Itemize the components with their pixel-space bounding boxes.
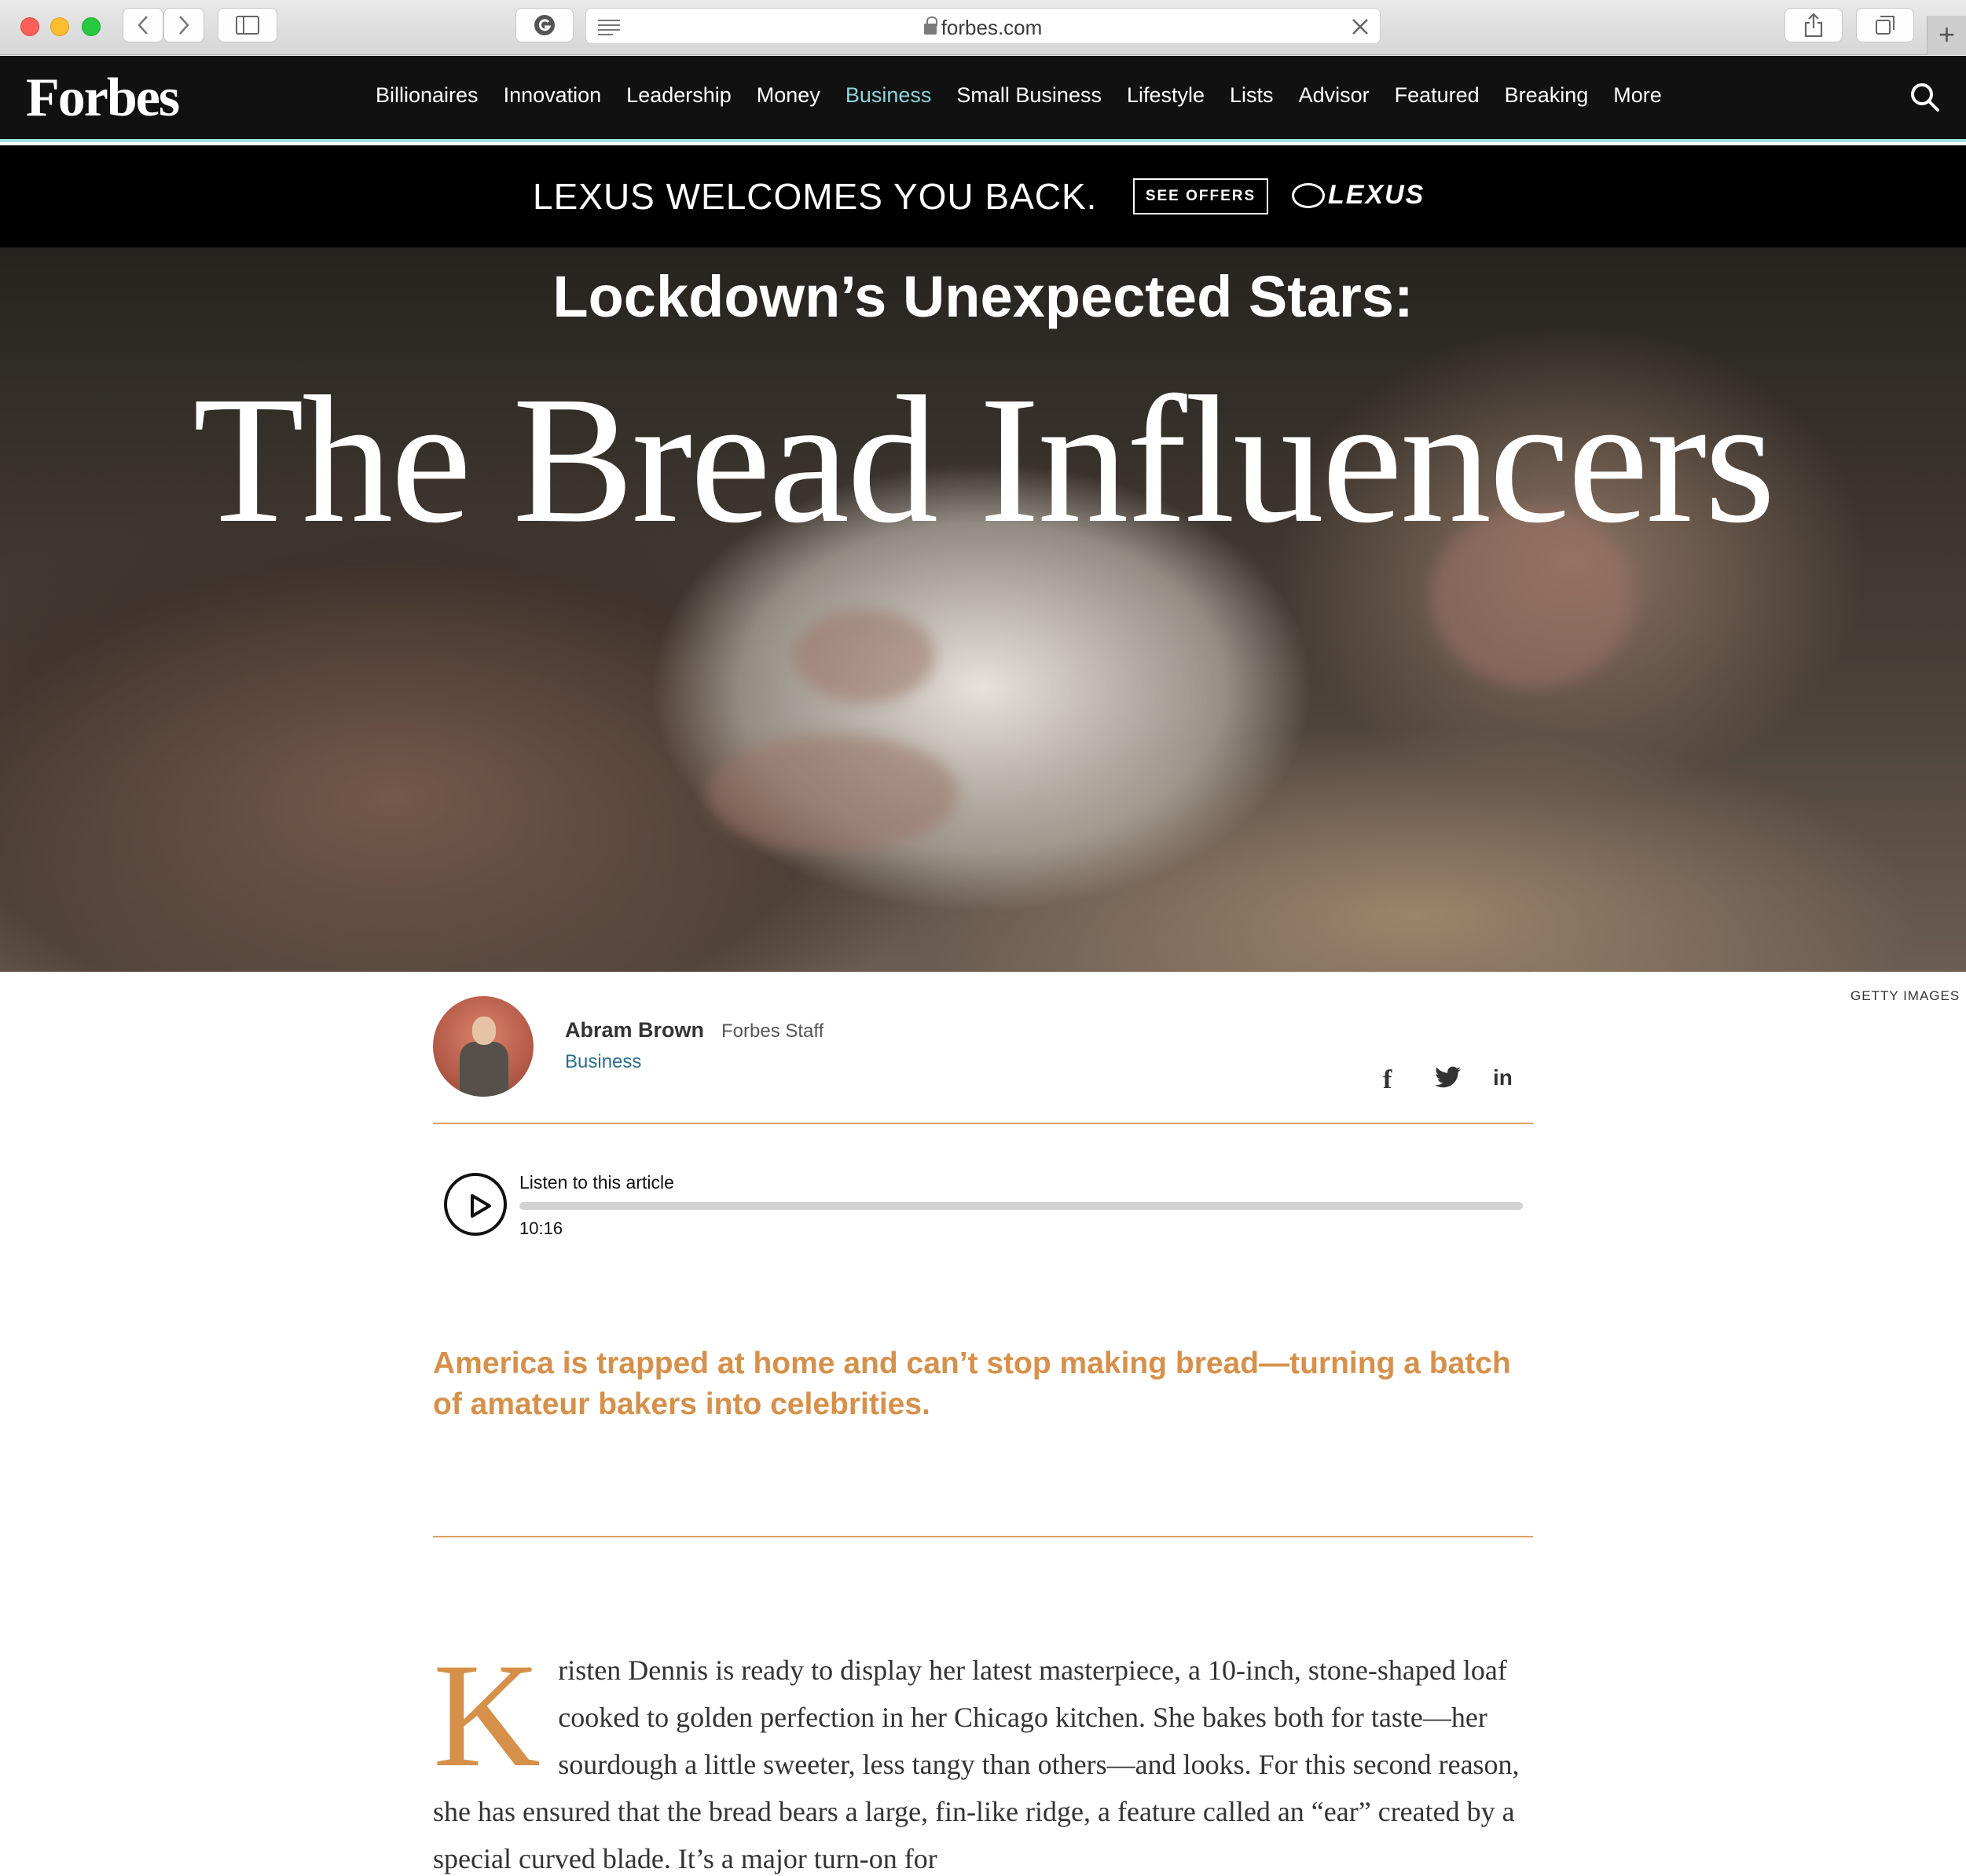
- hero-title: The Bread Influencers: [193, 359, 1775, 561]
- divider: [433, 972, 1533, 973]
- nav-item-featured[interactable]: Featured: [1395, 83, 1480, 108]
- ad-headline: LEXUS WELCOMES YOU BACK.: [533, 176, 1098, 217]
- first-paragraph: risten Dennis is ready to display her la…: [433, 1654, 1520, 1874]
- nav-item-billionaires[interactable]: Billionaires: [376, 83, 479, 108]
- grammarly-icon: [534, 15, 555, 35]
- audio-progress-bar[interactable]: [519, 1202, 1523, 1210]
- back-button[interactable]: [123, 8, 163, 42]
- lock-icon: [923, 16, 937, 35]
- nav-item-small-business[interactable]: Small Business: [956, 83, 1102, 108]
- nav-item-business[interactable]: Business: [845, 83, 932, 108]
- play-icon: [471, 1194, 491, 1218]
- lexus-logo: LEXUS: [1292, 180, 1425, 211]
- nav-item-lifestyle[interactable]: Lifestyle: [1127, 83, 1205, 108]
- divider: [433, 1536, 1533, 1537]
- zoom-window-button[interactable]: [82, 17, 101, 36]
- url-text: forbes.com: [941, 16, 1043, 39]
- hero-kicker: Lockdown’s Unexpected Stars:: [552, 264, 1414, 329]
- plus-icon: +: [1938, 18, 1956, 50]
- linkedin-icon[interactable]: in: [1493, 1065, 1513, 1090]
- browser-toolbar: forbes.com +: [0, 0, 1966, 55]
- share-button[interactable]: [1784, 8, 1843, 42]
- drop-cap: K: [433, 1633, 541, 1798]
- author-role: Forbes Staff: [721, 1020, 824, 1042]
- image-credit: GETTY IMAGES: [1850, 988, 1960, 1003]
- article-body: Kristen Dennis is ready to display her l…: [433, 1633, 1533, 1876]
- share-icon: [1804, 13, 1823, 38]
- facebook-icon[interactable]: f: [1383, 1065, 1392, 1095]
- minimize-window-button[interactable]: [50, 17, 69, 36]
- chevron-right-icon: [179, 16, 189, 35]
- forward-button[interactable]: [163, 8, 204, 42]
- nav-item-breaking[interactable]: Breaking: [1505, 83, 1589, 108]
- forbes-logo[interactable]: Forbes: [26, 67, 180, 130]
- nav-item-advisor[interactable]: Advisor: [1299, 83, 1370, 108]
- tabs-icon: [1876, 16, 1894, 35]
- nav-item-lists[interactable]: Lists: [1230, 83, 1274, 108]
- audio-play-button[interactable]: [444, 1173, 507, 1236]
- author-category-link[interactable]: Business: [565, 1051, 641, 1073]
- divider: [433, 1123, 1533, 1124]
- nav-item-more[interactable]: More: [1613, 83, 1662, 108]
- see-offers-button[interactable]: SEE OFFERS: [1133, 178, 1268, 214]
- lexus-ad-banner[interactable]: LEXUS WELCOMES YOU BACK. SEE OFFERS LEXU…: [0, 145, 1966, 247]
- main-nav: Billionaires Innovation Leadership Money…: [376, 83, 1687, 108]
- audio-label: Listen to this article: [519, 1172, 674, 1193]
- article-dek: America is trapped at home and can’t sto…: [433, 1347, 1511, 1421]
- author-avatar[interactable]: [433, 996, 534, 1097]
- nav-item-innovation[interactable]: Innovation: [504, 83, 602, 108]
- search-icon[interactable]: [1909, 82, 1941, 113]
- audio-duration: 10:16: [519, 1218, 563, 1238]
- address-bar[interactable]: forbes.com: [585, 8, 1381, 44]
- nav-item-leadership[interactable]: Leadership: [626, 83, 732, 108]
- author-name[interactable]: Abram Brown: [565, 1018, 704, 1042]
- hero-image: Lockdown’s Unexpected Stars: The Bread I…: [0, 247, 1966, 972]
- lexus-emblem-icon: [1292, 182, 1325, 208]
- nav-item-money[interactable]: Money: [757, 83, 820, 108]
- close-window-button[interactable]: [20, 17, 39, 36]
- site-header: Forbes Billionaires Innovation Leadershi…: [0, 56, 1966, 142]
- grammarly-extension-button[interactable]: [515, 8, 574, 42]
- new-tab-button[interactable]: +: [1927, 16, 1966, 55]
- chevron-left-icon: [138, 16, 148, 35]
- tab-overview-button[interactable]: [1856, 8, 1914, 42]
- sidebar-button[interactable]: [218, 8, 277, 42]
- twitter-icon[interactable]: [1435, 1066, 1462, 1088]
- stop-loading-icon[interactable]: [1352, 18, 1369, 35]
- sidebar-icon: [236, 16, 259, 35]
